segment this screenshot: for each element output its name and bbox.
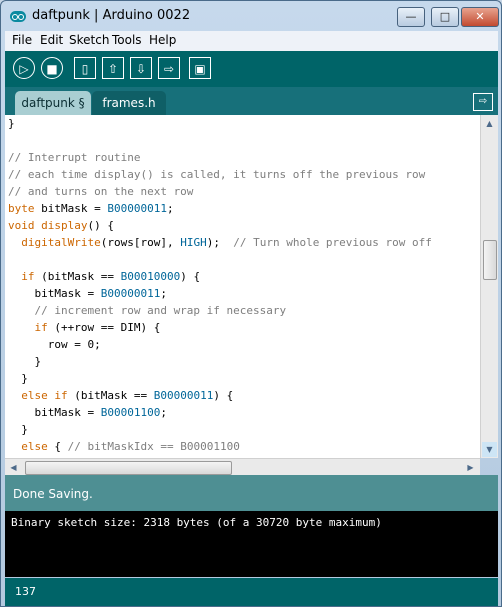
title-bar[interactable]: daftpunk | Arduino 0022 — □ ✕ xyxy=(1,1,501,31)
code-line: } xyxy=(8,355,42,368)
code-line: byte bitMask = B00000011; xyxy=(8,202,174,215)
toolbar: ▷ ■ ▯ ⇧ ⇩ ⇨ ▣ xyxy=(5,51,498,87)
menu-edit[interactable]: Edit xyxy=(40,33,63,47)
menu-file[interactable]: File xyxy=(12,33,32,47)
status-bar: Done Saving. xyxy=(5,475,498,511)
code-line: if (bitMask == B00010000) { xyxy=(21,270,201,283)
code-line: row = 0; xyxy=(8,338,101,351)
scroll-up-icon[interactable]: ▲ xyxy=(482,116,497,131)
verify-run-button[interactable]: ▷ xyxy=(13,57,35,79)
menu-bar: File Edit Sketch Tools Help xyxy=(5,31,498,51)
code-line: digitalWrite(rows[row], HIGH); // Turn w… xyxy=(21,236,432,249)
save-sketch-button[interactable]: ⇩ xyxy=(130,57,152,79)
line-number: 137 xyxy=(15,585,36,598)
code-line: void display() { xyxy=(8,219,114,232)
code-line: // increment row and wrap if necessary xyxy=(8,304,287,317)
code-editor[interactable]: } // Interrupt routine // each time disp… xyxy=(5,115,480,458)
upload-button[interactable]: ⇨ xyxy=(158,57,180,79)
stop-button[interactable]: ■ xyxy=(41,57,63,79)
code-line: else if (bitMask == B00000011) { xyxy=(21,389,234,402)
scroll-down-icon[interactable]: ▼ xyxy=(482,442,497,457)
arduino-logo-icon xyxy=(10,11,26,22)
arduino-window: daftpunk | Arduino 0022 — □ ✕ File Edit … xyxy=(0,0,502,607)
scroll-right-icon[interactable]: ▶ xyxy=(463,460,478,475)
menu-sketch[interactable]: Sketch xyxy=(69,33,109,47)
open-sketch-button[interactable]: ⇧ xyxy=(102,57,124,79)
code-line: // and turns on the next row xyxy=(8,185,194,198)
tab-bar: daftpunk § frames.h ⇨ xyxy=(5,87,498,115)
code-line: } xyxy=(8,117,15,130)
code-line: // Interrupt routine xyxy=(8,151,141,164)
new-sketch-button[interactable]: ▯ xyxy=(74,57,96,79)
minimize-button[interactable]: — xyxy=(397,7,425,27)
vertical-scroll-thumb[interactable] xyxy=(483,240,497,280)
window-title: daftpunk | Arduino 0022 xyxy=(32,8,191,23)
horizontal-scrollbar[interactable]: ◀ ▶ xyxy=(5,458,480,476)
tab-frames-h[interactable]: frames.h xyxy=(92,91,166,115)
close-button[interactable]: ✕ xyxy=(461,7,499,27)
vertical-scrollbar[interactable]: ▲ ▼ xyxy=(480,115,498,458)
code-line: if (++row == DIM) { xyxy=(34,321,161,334)
code-line: } xyxy=(8,423,28,436)
status-message: Done Saving. xyxy=(13,487,93,501)
code-line: bitMask = B00000011; xyxy=(8,287,167,300)
tab-daftpunk[interactable]: daftpunk § xyxy=(15,91,91,115)
code-line: // each time display() is called, it tur… xyxy=(8,168,426,181)
maximize-button[interactable]: □ xyxy=(431,7,459,27)
console-text: Binary sketch size: 2318 bytes (of a 307… xyxy=(11,516,382,529)
serial-monitor-button[interactable]: ▣ xyxy=(189,57,211,79)
scroll-left-icon[interactable]: ◀ xyxy=(6,460,21,475)
code-line: else { // bitMaskIdx == B00001100 xyxy=(21,440,240,453)
footer-bar: 137 xyxy=(5,578,498,606)
code-line: } xyxy=(8,372,28,385)
menu-help[interactable]: Help xyxy=(149,33,176,47)
console-output[interactable]: Binary sketch size: 2318 bytes (of a 307… xyxy=(5,511,498,577)
code-line: bitMask = B00001100; xyxy=(8,406,167,419)
menu-tools[interactable]: Tools xyxy=(112,33,142,47)
tab-menu-icon[interactable]: ⇨ xyxy=(473,93,493,111)
horizontal-scroll-thumb[interactable] xyxy=(25,461,232,475)
